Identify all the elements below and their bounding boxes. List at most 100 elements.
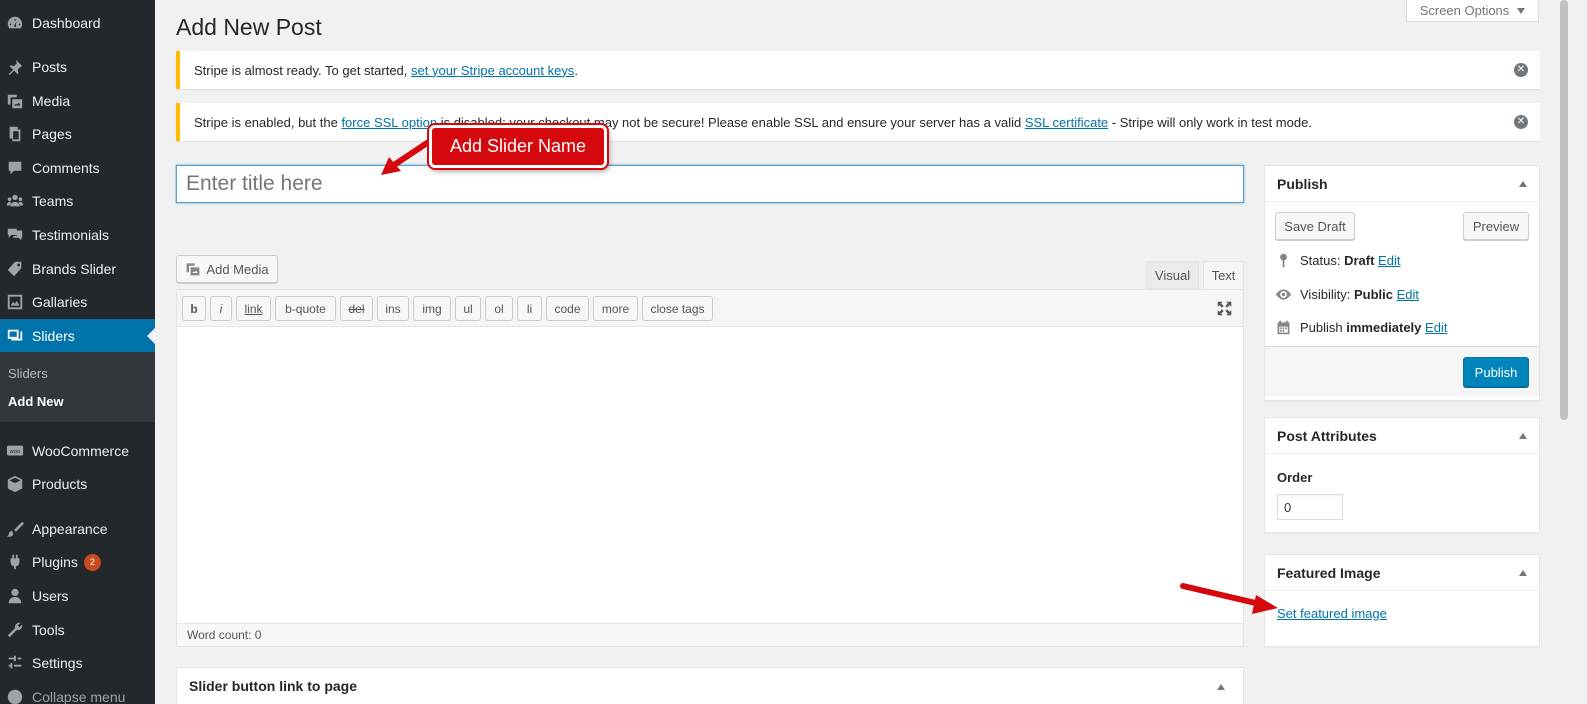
stripe-notice-setup: Stripe is almost ready. To get started, …	[176, 51, 1540, 89]
user-icon	[5, 586, 25, 606]
page-title: Add New Post	[176, 14, 322, 40]
sidebar-item-gallaries[interactable]: Gallaries	[0, 285, 155, 319]
add-media-button[interactable]: Add Media	[176, 255, 278, 283]
sidebar-item-appearance[interactable]: Appearance	[0, 512, 155, 546]
edit-visibility-link[interactable]: Edit	[1397, 287, 1419, 302]
sidebar-item-comments[interactable]: Comments	[0, 151, 155, 185]
toggle-panel-icon[interactable]	[1519, 433, 1527, 439]
qt-img-button[interactable]: img	[413, 296, 451, 321]
screen-options-label: Screen Options	[1419, 3, 1510, 18]
sidebar-item-label: Settings	[32, 655, 83, 671]
screen-options-button[interactable]: Screen Options	[1406, 0, 1539, 22]
post-content-textarea[interactable]	[177, 327, 1243, 624]
qt-close-tags-button[interactable]: close tags	[642, 296, 713, 321]
publish-box: Publish Save Draft Preview Status: Draft…	[1264, 165, 1540, 401]
brush-icon	[5, 519, 25, 539]
qt-code-button[interactable]: code	[546, 296, 589, 321]
metabox-title: Slider button link to page	[189, 678, 357, 694]
sidebar-item-label: Brands Slider	[32, 261, 117, 277]
qt-li-button[interactable]: li	[517, 296, 542, 321]
pages-icon	[5, 124, 25, 144]
sidebar-item-brands-slider[interactable]: Brands Slider	[0, 252, 155, 286]
status-row: Status: Draft Edit	[1275, 252, 1400, 269]
fullscreen-icon[interactable]	[1216, 300, 1233, 317]
sidebar-item-media[interactable]: Media	[0, 84, 155, 118]
qt-ol-button[interactable]: ol	[485, 296, 513, 321]
sidebar-item-tools[interactable]: Tools	[0, 613, 155, 647]
publish-button[interactable]: Publish	[1463, 357, 1529, 387]
post-title-input[interactable]	[176, 165, 1244, 203]
tab-text[interactable]: Text	[1203, 261, 1244, 289]
order-input[interactable]	[1277, 494, 1343, 520]
slides-icon	[5, 326, 25, 346]
calendar-icon	[1277, 320, 1290, 335]
visibility-row: Visibility: Public Edit	[1275, 286, 1419, 303]
sidebar-item-settings[interactable]: Settings	[0, 646, 155, 680]
qt-link-button[interactable]: link	[236, 296, 271, 321]
sidebar-item-label: Testimonials	[32, 227, 110, 243]
sidebar-item-dashboard[interactable]: Dashboard	[0, 6, 155, 40]
edit-publish-time-link[interactable]: Edit	[1425, 320, 1447, 335]
qt-ul-button[interactable]: ul	[455, 296, 481, 321]
sidebar-item-woocommerce[interactable]: woo WooCommerce	[0, 434, 155, 468]
qt-bquote-button[interactable]: b-quote	[275, 296, 336, 321]
qt-ins-button[interactable]: ins	[377, 296, 409, 321]
publish-box-header[interactable]: Publish	[1265, 166, 1539, 202]
force-ssl-link[interactable]: force SSL option	[341, 115, 437, 130]
publish-actions: Publish	[1265, 346, 1539, 396]
stripe-keys-link[interactable]: set your Stripe account keys	[411, 63, 574, 78]
annotation-arrow-featured	[1180, 583, 1278, 614]
sidebar-item-plugins[interactable]: Plugins 2	[0, 545, 155, 579]
post-attributes-header[interactable]: Post Attributes	[1265, 418, 1539, 454]
slider-link-metabox: Slider button link to page	[176, 667, 1244, 704]
order-label: Order	[1277, 470, 1313, 485]
publish-time-value: immediately	[1346, 320, 1422, 335]
sidebar-item-label: Media	[32, 93, 71, 109]
sidebar-item-products[interactable]: Products	[0, 467, 155, 501]
sidebar-item-label: Products	[32, 476, 88, 492]
toggle-panel-icon[interactable]	[1519, 181, 1527, 187]
tab-visual[interactable]: Visual	[1146, 261, 1199, 289]
dismiss-icon[interactable]: ✕	[1514, 63, 1528, 77]
sidebar-item-label: Plugins	[32, 554, 78, 570]
word-count: Word count: 0	[177, 623, 1243, 646]
save-draft-button[interactable]: Save Draft	[1275, 212, 1355, 240]
media-icon	[5, 91, 25, 111]
sidebar-item-label: Gallaries	[32, 294, 88, 310]
submenu-add-new[interactable]: Add New	[8, 394, 64, 409]
edit-status-link[interactable]: Edit	[1378, 253, 1400, 268]
notice-text: Stripe is enabled, but the force SSL opt…	[194, 114, 1312, 130]
pin-icon	[1280, 253, 1287, 268]
admin-sidebar: Dashboard Posts Media Pages Comments Tea…	[0, 0, 155, 704]
visibility-value: Public	[1353, 287, 1393, 302]
qt-bold-button[interactable]: b	[182, 296, 206, 321]
toggle-panel-icon[interactable]	[1217, 684, 1225, 690]
sidebar-item-label: Tools	[32, 622, 65, 638]
sidebar-item-sliders[interactable]: Sliders	[0, 319, 155, 353]
sidebar-item-pages[interactable]: Pages	[0, 117, 155, 151]
featured-image-header[interactable]: Featured Image	[1265, 555, 1539, 591]
sidebar-item-label: WooCommerce	[32, 443, 129, 459]
qt-italic-button[interactable]: i	[210, 296, 232, 321]
status-value: Draft	[1344, 253, 1375, 268]
sidebar-item-teams[interactable]: Teams	[0, 184, 155, 218]
qt-more-button[interactable]: more	[593, 296, 638, 321]
sidebar-item-testimonials[interactable]: Testimonials	[0, 218, 155, 252]
tag-icon	[5, 259, 25, 279]
sidebar-item-collapse[interactable]: Collapse menu	[0, 680, 155, 704]
qt-del-button[interactable]: del	[340, 296, 373, 321]
comment-icon	[5, 158, 25, 178]
quicktags-toolbar: b i link b-quote del ins img ul ol li co…	[177, 290, 1243, 327]
preview-button[interactable]: Preview	[1463, 212, 1529, 240]
plugins-update-badge: 2	[83, 553, 101, 571]
annotation-arrow-title	[381, 138, 433, 175]
ssl-certificate-link[interactable]: SSL certificate	[1025, 115, 1108, 130]
submenu-all-sliders[interactable]: Sliders	[8, 366, 48, 381]
sidebar-item-users[interactable]: Users	[0, 579, 155, 613]
dismiss-icon[interactable]: ✕	[1514, 115, 1528, 129]
sidebar-item-posts[interactable]: Posts	[0, 50, 155, 84]
toggle-panel-icon[interactable]	[1519, 570, 1527, 576]
post-attributes-box: Post Attributes Order	[1264, 417, 1540, 533]
page-scrollbar[interactable]	[1560, 0, 1568, 420]
set-featured-image-link[interactable]: Set featured image	[1277, 606, 1387, 621]
